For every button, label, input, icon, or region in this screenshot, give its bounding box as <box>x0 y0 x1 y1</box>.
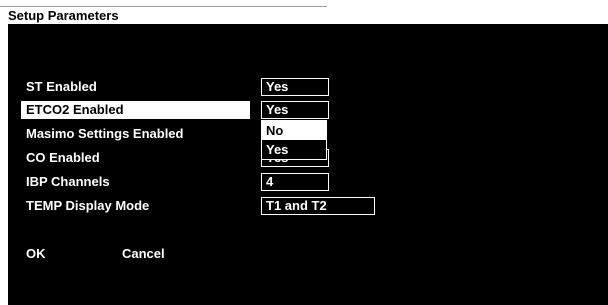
window-title: Setup Parameters <box>8 8 119 23</box>
title-divider <box>0 6 327 7</box>
co-enabled-label[interactable]: CO Enabled <box>26 149 100 167</box>
st-enabled-label[interactable]: ST Enabled <box>26 78 97 96</box>
cancel-button[interactable]: Cancel <box>122 246 165 261</box>
temp-display-mode-label[interactable]: TEMP Display Mode <box>26 197 149 215</box>
dropdown-option-yes[interactable]: Yes <box>262 140 326 159</box>
title-bar: Setup Parameters <box>0 0 608 24</box>
temp-display-mode-field[interactable]: T1 and T2 <box>261 197 375 215</box>
etco2-enabled-field[interactable]: Yes <box>261 101 329 119</box>
ok-button[interactable]: OK <box>26 246 46 261</box>
ibp-channels-field[interactable]: 4 <box>261 173 329 191</box>
etco2-enabled-label[interactable]: ETCO2 Enabled <box>21 101 250 119</box>
etco2-dropdown-list[interactable]: No Yes <box>261 120 327 160</box>
masimo-settings-enabled-label[interactable]: Masimo Settings Enabled <box>26 125 183 143</box>
dropdown-option-no[interactable]: No <box>262 121 326 140</box>
ibp-channels-label[interactable]: IBP Channels <box>26 173 110 191</box>
st-enabled-field[interactable]: Yes <box>261 78 329 96</box>
